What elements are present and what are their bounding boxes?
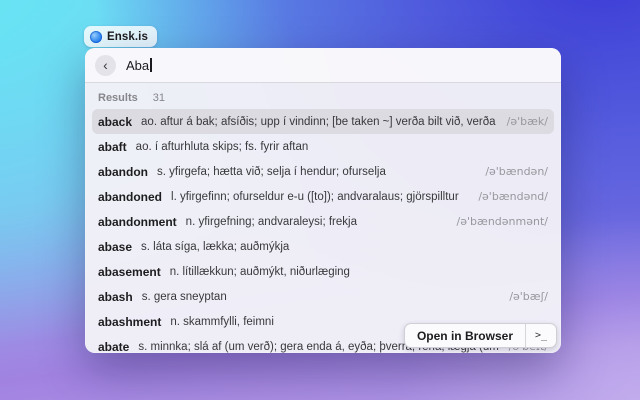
result-word: abandonment <box>98 214 177 229</box>
chevron-left-icon: ‹ <box>103 56 108 73</box>
result-word: abashment <box>98 314 162 329</box>
terminal-action-button[interactable]: >_ <box>526 324 556 347</box>
result-definition: s. láta síga, lækka; auðmýkja <box>141 240 290 253</box>
result-word: abash <box>98 289 133 304</box>
result-definition: ao. í afturhluta skips; fs. fyrir aftan <box>135 140 309 153</box>
app-title-label: Ensk.is <box>107 30 148 43</box>
result-word: aback <box>98 114 133 129</box>
text-caret <box>150 58 152 72</box>
result-word: abase <box>98 239 133 254</box>
result-phonetic: /ə'bæʃ/ <box>509 290 548 303</box>
result-definition: s. gera sneyptan <box>141 290 227 303</box>
result-phonetic: /ə'bændən/ <box>485 165 548 178</box>
results-header: Results 31 <box>85 83 561 109</box>
search-input-value: Aba <box>126 57 150 73</box>
result-word: abandon <box>98 164 148 179</box>
result-row[interactable]: abasement n. lítillækkun; auðmýkt, niður… <box>92 259 554 284</box>
result-phonetic: /ə'bæk/ <box>506 115 548 128</box>
terminal-prompt-icon: >_ <box>534 330 548 341</box>
results-list: aback ao. aftur á bak; afsíðis; upp í vi… <box>85 109 561 353</box>
search-bar: ‹ Aba <box>85 48 561 83</box>
result-row[interactable]: abandoned l. yfirgefinn; ofurseldur e-u … <box>92 184 554 209</box>
app-title-pill: Ensk.is <box>84 26 157 47</box>
footer-action-group: Open in Browser >_ <box>403 323 557 348</box>
result-word: abasement <box>98 264 161 279</box>
result-word: abandoned <box>98 189 163 204</box>
result-row[interactable]: abandonment n. yfirgefning; andvaraleysi… <box>92 209 554 234</box>
open-in-browser-button[interactable]: Open in Browser <box>405 324 525 347</box>
result-row[interactable]: abase s. láta síga, lækka; auðmýkja <box>92 234 554 259</box>
results-count: 31 <box>152 92 165 104</box>
result-definition: n. yfirgefning; andvaraleysi; frekja <box>185 215 357 228</box>
result-word: abate <box>98 339 130 354</box>
result-row[interactable]: aback ao. aftur á bak; afsíðis; upp í vi… <box>92 109 554 134</box>
result-definition: ao. aftur á bak; afsíðis; upp í vindinn;… <box>141 115 499 128</box>
results-label: Results <box>98 92 138 104</box>
open-in-browser-label: Open in Browser <box>416 328 513 343</box>
search-input[interactable]: Aba <box>126 58 152 73</box>
result-row[interactable]: abash s. gera sneyptan /ə'bæʃ/ <box>92 284 554 309</box>
back-button[interactable]: ‹ <box>95 54 116 76</box>
result-phonetic: /ə'bændənd/ <box>478 190 548 203</box>
dictionary-window: ‹ Aba Results 31 aback ao. aftur á bak; … <box>85 48 561 353</box>
result-definition: s. yfirgefa; hætta við; selja í hendur; … <box>157 165 386 178</box>
result-row[interactable]: abandon s. yfirgefa; hætta við; selja í … <box>92 159 554 184</box>
result-row[interactable]: abaft ao. í afturhluta skips; fs. fyrir … <box>92 134 554 159</box>
result-word: abaft <box>98 139 127 154</box>
ensk-app-icon <box>90 30 102 43</box>
result-definition: n. lítillækkun; auðmýkt, niðurlæging <box>169 265 350 278</box>
result-definition: l. yfirgefinn; ofurseldur e-u ([to]); an… <box>171 190 459 203</box>
result-phonetic: /ə'bændənmənt/ <box>456 215 548 228</box>
